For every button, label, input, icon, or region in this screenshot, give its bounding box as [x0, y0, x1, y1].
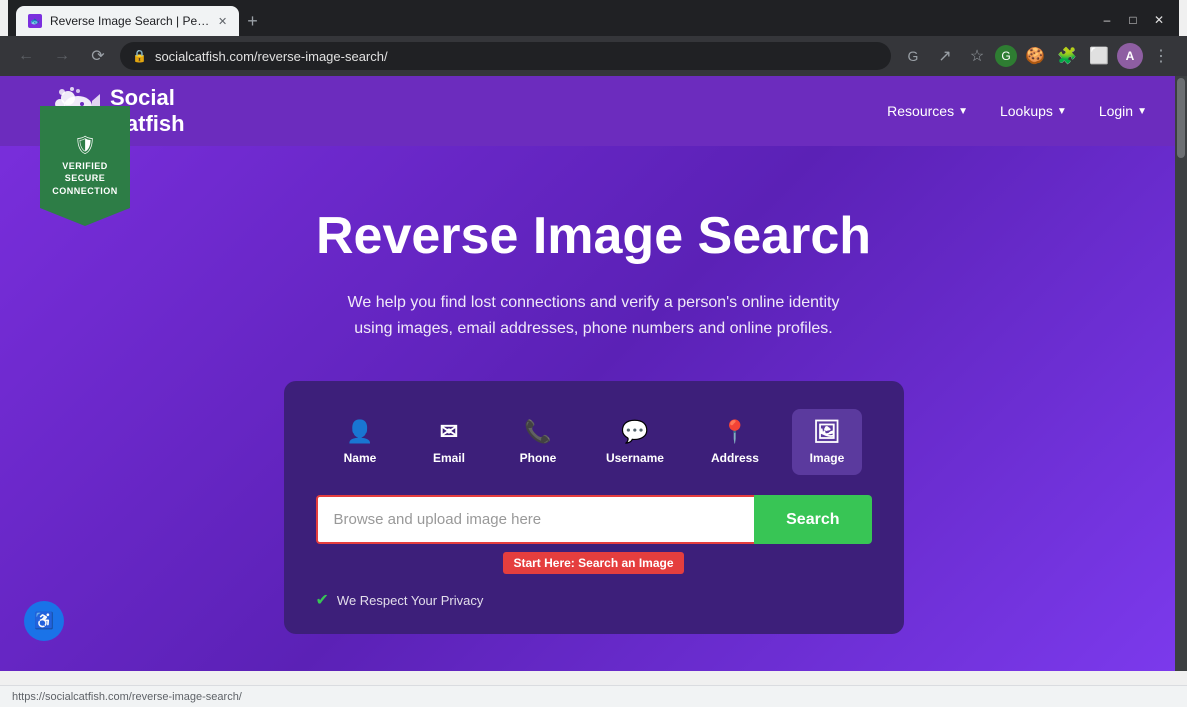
minimize-button[interactable]: – [1095, 8, 1119, 32]
search-input-area: Search [316, 495, 872, 544]
hero-content: Reverse Image Search We help you find lo… [0, 146, 1187, 671]
status-url: https://socialcatfish.com/reverse-image-… [12, 691, 242, 703]
search-footer: ✔ We Respect Your Privacy [316, 590, 872, 610]
back-button[interactable]: ← [12, 42, 40, 70]
browser-chrome: 🐟 Reverse Image Search | People S... ✕ +… [0, 0, 1187, 76]
search-tabs: 👤 Name ✉ Email 📞 Phone 💬 Username [316, 409, 872, 475]
search-box: 👤 Name ✉ Email 📞 Phone 💬 Username [284, 381, 904, 634]
lookups-arrow-icon: ▼ [1057, 106, 1067, 117]
nav-resources[interactable]: Resources ▼ [887, 103, 968, 119]
page-content: Social Catfish Resources ▼ Lookups ▼ Log… [0, 76, 1187, 671]
extension-icon-1[interactable]: G [995, 45, 1017, 67]
tab-email[interactable]: ✉ Email [414, 409, 484, 475]
hero-subtitle: We help you find lost connections and ve… [334, 290, 854, 341]
nav-links: Resources ▼ Lookups ▼ Login ▼ [887, 103, 1147, 119]
tab-image-label: Image [810, 451, 845, 465]
extension-icon-2[interactable]: 🍪 [1021, 42, 1049, 70]
tab-name[interactable]: 👤 Name [325, 409, 395, 475]
privacy-text: We Respect Your Privacy [337, 593, 483, 608]
browser-actions: G ↗ ☆ G 🍪 🧩 ⬜ A ⋮ [899, 42, 1175, 70]
search-button[interactable]: Search [754, 495, 871, 544]
maximize-button[interactable]: □ [1121, 8, 1145, 32]
search-hint-badge: Start Here: Search an Image [316, 552, 872, 590]
resources-arrow-icon: ▼ [958, 106, 968, 117]
username-icon: 💬 [621, 419, 648, 445]
login-arrow-icon: ▼ [1137, 106, 1147, 117]
scrollbar[interactable] [1175, 76, 1187, 671]
forward-button[interactable]: → [48, 42, 76, 70]
tab-image[interactable]: 🖼 Image [792, 409, 862, 475]
address-icon: 📍 [721, 419, 748, 445]
tab-username[interactable]: 💬 Username [592, 409, 678, 475]
image-icon: 🖼 [813, 419, 841, 445]
address-bar: ← → ⟳ 🔒 socialcatfish.com/reverse-image-… [0, 36, 1187, 76]
email-icon: ✉ [440, 419, 458, 445]
tab-email-label: Email [433, 451, 465, 465]
hero-section: Social Catfish Resources ▼ Lookups ▼ Log… [0, 76, 1187, 671]
tab-name-label: Name [344, 451, 377, 465]
profile-avatar[interactable]: A [1117, 43, 1143, 69]
tab-address-label: Address [711, 451, 759, 465]
tab-address[interactable]: 📍 Address [697, 409, 773, 475]
title-bar: 🐟 Reverse Image Search | People S... ✕ +… [0, 0, 1187, 36]
lock-icon: 🔒 [132, 49, 147, 63]
bookmark-icon[interactable]: ☆ [963, 42, 991, 70]
tab-username-label: Username [606, 451, 664, 465]
sidebar-icon[interactable]: ⬜ [1085, 42, 1113, 70]
url-text: socialcatfish.com/reverse-image-search/ [155, 49, 879, 64]
active-tab[interactable]: 🐟 Reverse Image Search | People S... ✕ [16, 6, 239, 36]
nav-lookups[interactable]: Lookups ▼ [1000, 103, 1067, 119]
accessibility-button[interactable]: ♿ [24, 601, 64, 641]
status-bar: https://socialcatfish.com/reverse-image-… [0, 685, 1187, 707]
close-button[interactable]: ✕ [1147, 8, 1171, 32]
share-icon[interactable]: ↗ [931, 42, 959, 70]
tab-title: Reverse Image Search | People S... [50, 14, 210, 28]
accessibility-icon: ♿ [34, 611, 54, 631]
hero-title: Reverse Image Search [20, 206, 1167, 266]
reload-button[interactable]: ⟳ [84, 42, 112, 70]
tab-close-button[interactable]: ✕ [218, 15, 227, 28]
scrollbar-thumb[interactable] [1177, 78, 1185, 158]
tab-favicon: 🐟 [28, 14, 42, 28]
site-nav: Social Catfish Resources ▼ Lookups ▼ Log… [0, 76, 1187, 146]
person-icon: 👤 [346, 419, 373, 445]
phone-icon: 📞 [524, 419, 551, 445]
menu-button[interactable]: ⋮ [1147, 42, 1175, 70]
verified-badge: 🛡 VERIFIED SECURE CONNECTION [40, 106, 130, 226]
check-icon: ✔ [316, 590, 329, 610]
badge-text: VERIFIED SECURE CONNECTION [52, 160, 118, 198]
shield-icon: 🛡 [74, 135, 97, 156]
extensions-icon[interactable]: 🧩 [1053, 42, 1081, 70]
tab-phone-label: Phone [520, 451, 557, 465]
new-tab-button[interactable]: + [247, 11, 258, 36]
tab-phone[interactable]: 📞 Phone [503, 409, 573, 475]
nav-login[interactable]: Login ▼ [1099, 103, 1147, 119]
google-icon[interactable]: G [899, 42, 927, 70]
url-bar[interactable]: 🔒 socialcatfish.com/reverse-image-search… [120, 42, 891, 70]
image-search-input[interactable] [316, 495, 755, 544]
search-hint-text: Start Here: Search an Image [503, 552, 683, 574]
